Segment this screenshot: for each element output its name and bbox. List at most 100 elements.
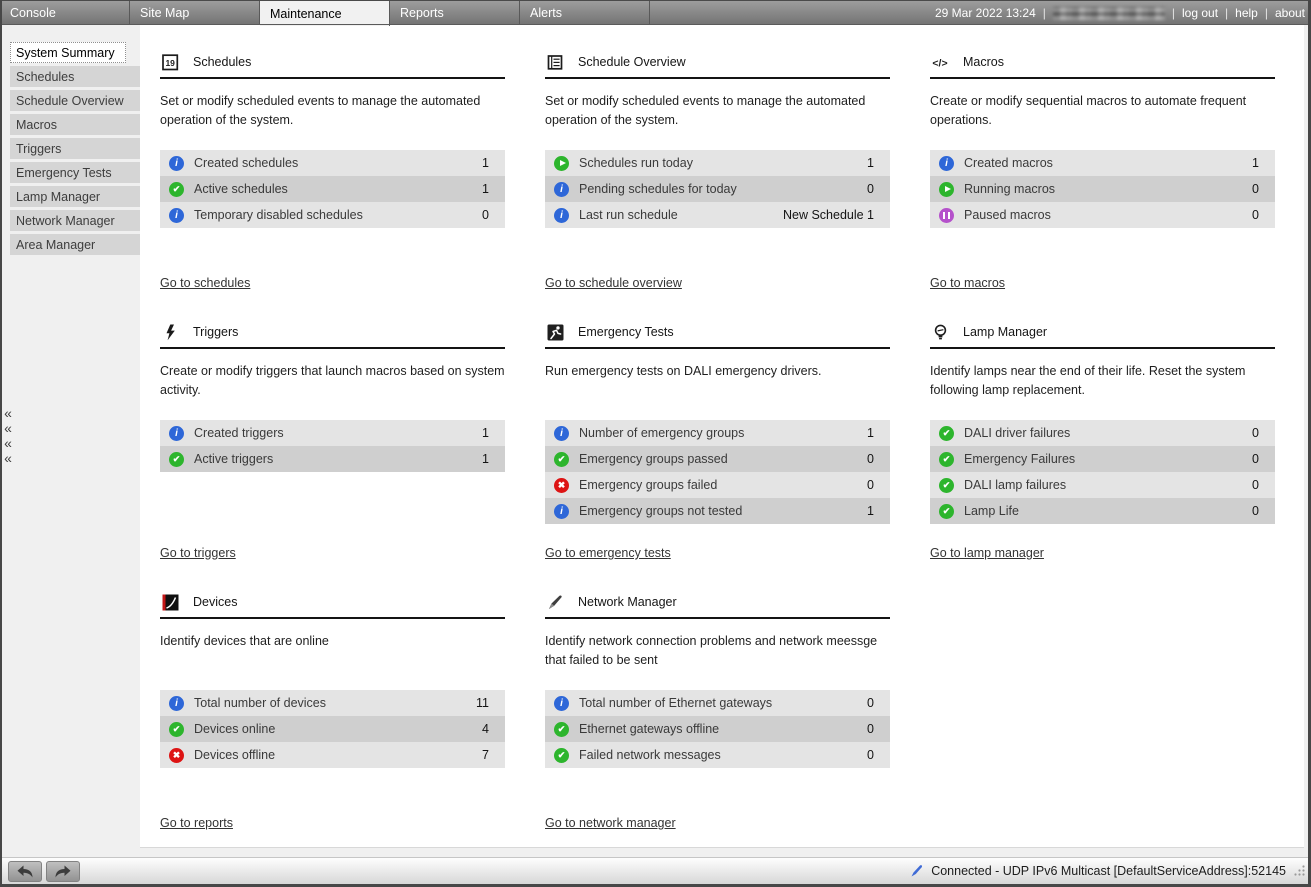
stat-row: Paused macros0 <box>930 202 1275 228</box>
sidebar-item-schedule-overview[interactable]: Schedule Overview <box>10 90 140 111</box>
stat-value: 4 <box>482 722 489 736</box>
stat-label: Devices offline <box>194 748 482 762</box>
info-icon: i <box>169 696 184 711</box>
stat-value: 0 <box>867 452 874 466</box>
connection-status-text: Connected - UDP IPv6 Multicast [DefaultS… <box>931 864 1286 878</box>
connection-status: Connected - UDP IPv6 Multicast [DefaultS… <box>910 858 1286 884</box>
about-link[interactable]: about <box>1275 6 1305 20</box>
card-triggers: TriggersCreate or modify triggers that l… <box>160 318 505 588</box>
card-network-manager: Network ManagerIdentify network connecti… <box>545 588 890 858</box>
go-to-link[interactable]: Go to triggers <box>160 546 236 560</box>
stat-label: Emergency groups not tested <box>579 504 867 518</box>
window-border-left <box>0 0 2 887</box>
stat-value: 0 <box>867 696 874 710</box>
device-icon <box>160 594 180 611</box>
stat-value: 0 <box>867 182 874 196</box>
code-icon: </> <box>930 54 950 71</box>
separator: | <box>1225 6 1228 20</box>
info-icon: i <box>169 208 184 223</box>
fail-icon: ✖ <box>554 478 569 493</box>
stat-value: 0 <box>1252 452 1259 466</box>
go-to-link[interactable]: Go to schedule overview <box>545 276 682 290</box>
sidebar-item-schedules[interactable]: Schedules <box>10 66 140 87</box>
sidebar-item-triggers[interactable]: Triggers <box>10 138 140 159</box>
stat-row: ✔Devices online4 <box>160 716 505 742</box>
sidebar-item-macros[interactable]: Macros <box>10 114 140 135</box>
go-to-link[interactable]: Go to reports <box>160 816 233 830</box>
card-title: Network Manager <box>578 595 677 609</box>
username-redacted <box>1053 7 1165 20</box>
stat-row: iPending schedules for today0 <box>545 176 890 202</box>
logout-link[interactable]: log out <box>1182 6 1218 20</box>
stat-value: New Schedule 1 <box>783 208 874 222</box>
card-divider <box>160 617 505 619</box>
card-title: Devices <box>193 595 237 609</box>
lamp-bulb-icon <box>930 324 950 341</box>
stat-value: 1 <box>482 156 489 170</box>
stat-value: 0 <box>1252 208 1259 222</box>
stat-row: ✔Ethernet gateways offline0 <box>545 716 890 742</box>
stat-value: 1 <box>867 156 874 170</box>
card-title: Schedules <box>193 55 251 69</box>
info-icon: i <box>554 504 569 519</box>
stat-row: ✔Lamp Life0 <box>930 498 1275 524</box>
stat-row: iNumber of emergency groups1 <box>545 420 890 446</box>
tab-alerts[interactable]: Alerts <box>520 1 650 25</box>
topbar-right: 29 Mar 2022 13:24 | | log out | help | a… <box>935 1 1305 25</box>
help-link[interactable]: help <box>1235 6 1258 20</box>
stat-row: ✔Failed network messages0 <box>545 742 890 768</box>
stat-label: DALI lamp failures <box>964 478 1252 492</box>
forward-arrow-icon <box>53 865 73 878</box>
stat-row: iCreated triggers1 <box>160 420 505 446</box>
stats-table: iTotal number of Ethernet gateways0✔Ethe… <box>545 690 890 768</box>
card-macros: </>MacrosCreate or modify sequential mac… <box>930 48 1275 318</box>
sidebar-collapse-splitter[interactable]: « « « « <box>2 24 14 848</box>
card-description: Identify lamps near the end of their lif… <box>930 362 1275 400</box>
card-title: Triggers <box>193 325 238 339</box>
card-header: Schedule Overview <box>545 52 686 72</box>
stat-label: Created schedules <box>194 156 482 170</box>
forward-button[interactable] <box>46 861 80 882</box>
check-icon: ✔ <box>939 452 954 467</box>
tab-maintenance[interactable]: Maintenance <box>260 1 390 26</box>
go-to-link[interactable]: Go to emergency tests <box>545 546 671 560</box>
info-icon: i <box>554 426 569 441</box>
sidebar-item-emergency-tests[interactable]: Emergency Tests <box>10 162 140 183</box>
stat-label: Failed network messages <box>579 748 867 762</box>
go-to-link[interactable]: Go to macros <box>930 276 1005 290</box>
back-arrow-icon <box>15 865 35 878</box>
go-to-link[interactable]: Go to network manager <box>545 816 676 830</box>
info-icon: i <box>554 696 569 711</box>
go-to-link[interactable]: Go to lamp manager <box>930 546 1044 560</box>
check-icon: ✔ <box>169 452 184 467</box>
sidebar-item-area-manager[interactable]: Area Manager <box>10 234 140 255</box>
status-bar: Connected - UDP IPv6 Multicast [DefaultS… <box>2 857 1308 884</box>
pause-icon <box>939 208 954 223</box>
sidebar-item-system-summary[interactable]: System Summary <box>10 42 126 63</box>
sidebar-item-network-manager[interactable]: Network Manager <box>10 210 140 231</box>
card-schedules: 19SchedulesSet or modify scheduled event… <box>160 48 505 318</box>
collapse-chevron-icon: « <box>4 421 12 436</box>
card-header: Network Manager <box>545 592 677 612</box>
tab-site-map[interactable]: Site Map <box>130 1 260 25</box>
resize-grip[interactable] <box>1293 864 1306 882</box>
check-icon: ✔ <box>554 452 569 467</box>
stat-label: Emergency Failures <box>964 452 1252 466</box>
stat-value: 1 <box>482 182 489 196</box>
back-button[interactable] <box>8 861 42 882</box>
card-title: Schedule Overview <box>578 55 686 69</box>
card-divider <box>545 77 890 79</box>
info-icon: i <box>939 156 954 171</box>
card-divider <box>930 77 1275 79</box>
tab-reports[interactable]: Reports <box>390 1 520 25</box>
card-title: Emergency Tests <box>578 325 674 339</box>
tab-console[interactable]: Console <box>0 1 130 25</box>
datetime-label: 29 Mar 2022 13:24 <box>935 6 1036 20</box>
card-devices: DevicesIdentify devices that are onlinei… <box>160 588 505 858</box>
stat-label: Running macros <box>964 182 1252 196</box>
card-lamp-manager: Lamp ManagerIdentify lamps near the end … <box>930 318 1275 588</box>
sidebar-item-lamp-manager[interactable]: Lamp Manager <box>10 186 140 207</box>
stats-table: iCreated macros1Running macros0Paused ma… <box>930 150 1275 228</box>
document-lines-icon <box>545 54 565 71</box>
go-to-link[interactable]: Go to schedules <box>160 276 250 290</box>
